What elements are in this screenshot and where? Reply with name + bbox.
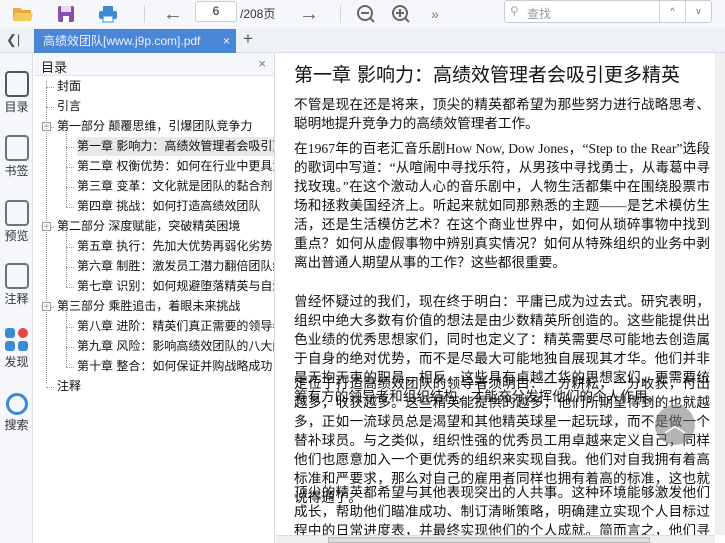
rail-item-bookmarks[interactable]: 书签 [0,135,33,179]
toolbar: ← 6 /208页 → » ⚲ 查找 ^ v [0,0,725,28]
back-to-top-button[interactable]: ︿ [655,405,695,445]
zoom-in-icon[interactable] [390,3,412,25]
page-total: /208页 [240,7,276,21]
toc-item[interactable]: 第三部分 乘胜追击，着眼未来挑战 [57,297,274,316]
paragraph: 不管是现在还是将来，顶尖的精英都希望为那些努力进行战略思考、聪明地提升竞争力的高… [294,97,710,131]
rail-item-search[interactable]: 搜索 [0,393,33,433]
next-page-icon[interactable]: → [298,3,320,25]
toc-item[interactable]: 第九章 风险：影响高绩效团队的八大问题 [77,337,274,356]
toc-item[interactable]: 第二部分 深度赋能，突破精英困境 [57,217,274,236]
search-icon: ⚲ [510,4,519,18]
paragraph: 在1967年的百老汇音乐剧How Now, Dow Jones，“Step to… [294,141,711,270]
tree-connector [46,81,47,383]
tab-label: 高绩效团队[www.j9p.com].pdf [43,34,201,48]
tree-connector [66,327,74,328]
toc-item[interactable]: 第二章 权衡优势：如何在行业中更具竞争力 [77,157,274,176]
tree-connector [66,147,74,148]
new-tab-button[interactable]: + [243,29,253,49]
tree-connector [66,267,74,268]
search-next-button[interactable]: v [685,1,711,22]
toc-title: 目录 [41,60,68,75]
collapse-sidebar-button[interactable]: ❮| [6,32,20,48]
rail-item-discover[interactable]: 发现 [0,328,33,370]
document-page: 第一章 影响力：高绩效管理者会吸引更多精英 不管是现在还是将来，顶尖的精英都希望… [276,53,715,535]
toc-item[interactable]: 第四章 挑战：如何打造高绩效团队 [77,197,274,216]
tree-connector [66,312,67,367]
toc-item[interactable]: 注释 [57,377,274,396]
pages-icon [4,200,29,226]
page-number-input[interactable]: 6 [195,1,237,22]
save-icon[interactable] [55,3,77,25]
toc-item[interactable]: 第一章 影响力：高绩效管理者会吸引更多精英 [77,137,274,156]
tree-connector [66,167,74,168]
toc-item[interactable]: 封面 [57,77,274,96]
rail-label: 目录 [4,100,29,114]
rail-item-annotations[interactable]: 注释 [0,263,33,307]
chapter-title: 第一章 影响力：高绩效管理者会吸引更多精英 [294,64,681,86]
tab-bar: ❮| 高绩效团队[www.j9p.com].pdf × + [0,28,725,53]
close-tab-icon[interactable]: × [223,29,230,53]
search-icon [5,393,28,415]
previous-page-icon[interactable]: ← [162,3,184,25]
rail-label: 发现 [4,355,29,369]
tree-connector [46,87,54,88]
toc-item[interactable]: 第五章 执行：先加大优势再弱化劣势 [77,237,274,256]
note-icon [4,263,29,289]
tree-connector [66,207,74,208]
toc-item[interactable]: 引言 [57,97,274,116]
tree-connector [46,107,54,108]
horizontal-scrollbar[interactable] [276,535,715,543]
rail-item-toc[interactable]: 目录 [0,71,33,115]
close-toc-icon[interactable]: × [258,56,266,71]
more-tools-button[interactable]: » [424,3,446,25]
tree-connector [66,287,74,288]
vertical-scrollbar[interactable] [715,53,725,535]
apps-icon [4,328,29,352]
rail-label: 注释 [4,292,29,306]
bookmark-icon [4,135,29,161]
search-previous-button[interactable]: ^ [659,1,685,22]
search-placeholder: 查找 [527,7,552,21]
tree-connector [66,347,74,348]
toc-panel: 目录 × 封面 引言 第一部分 颠覆思维，引爆团队竞争力 − 第一章 影响力：高绩效管理者… [34,53,275,543]
rail-label: 书签 [4,164,29,178]
scrollbar-thumb[interactable] [328,537,650,543]
open-folder-icon[interactable] [12,3,34,25]
tree-connector [66,132,67,207]
tree-connector [46,387,54,388]
zoom-out-icon[interactable] [355,3,377,25]
rail-label: 搜索 [4,418,29,432]
tree-connector [66,187,74,188]
toc-item[interactable]: 第一部分 颠覆思维，引爆团队竞争力 [57,117,274,136]
print-icon[interactable] [97,3,119,25]
search-input[interactable]: ⚲ 查找 ^ v [504,0,712,23]
toc-item[interactable]: 第三章 变革：文化就是团队的黏合剂 [77,177,274,196]
toc-item[interactable]: 第六章 制胜：激发员工潜力翻倍团队绩效 [77,257,274,276]
tree-connector [66,367,74,368]
toc-item[interactable]: 第七章 识别：如何规避堕落精英与自满精英 [77,277,274,296]
list-icon [4,71,29,97]
tab-document[interactable]: 高绩效团队[www.j9p.com].pdf × [34,29,236,53]
rail-label: 预览 [4,229,29,243]
tree-connector [66,232,67,287]
toc-item[interactable]: 第十章 整合：如何保证并购战略成功 [77,357,274,376]
tree-connector [66,247,74,248]
paragraph: 顶尖的精英都希望与其他表现突出的人共事。这种环境能够激发他们成长，帮助他们瞄准成… [294,485,710,535]
side-rail: 目录 书签 预览 注释 发现 搜索 [0,53,33,543]
rail-item-preview[interactable]: 预览 [0,200,33,244]
toc-item[interactable]: 第八章 进阶：精英们真正需要的领导者 [77,317,274,336]
